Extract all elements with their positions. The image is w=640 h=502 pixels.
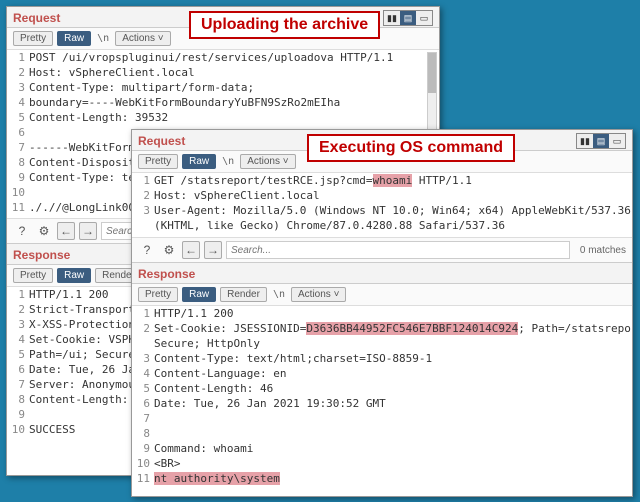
right-panel: Request ▮▮ ▤ ▭ Pretty Raw \n Actions ˅ 1… [131,129,633,497]
response-header: Response [132,263,632,284]
view-single-icon[interactable]: ▭ [416,11,432,25]
response-body: 1HTTP/1.1 2002Set-Cookie: JSESSIONID=D36… [132,306,632,486]
view-columns-icon[interactable]: ▮▮ [384,11,400,25]
arrow-right-icon[interactable]: → [79,222,97,240]
callout-execute: Executing OS command [307,134,515,162]
actions-button[interactable]: Actions ˅ [115,31,170,46]
arrow-left-icon[interactable]: ← [57,222,75,240]
newline-toggle[interactable]: \n [95,33,111,44]
view-columns-icon[interactable]: ▮▮ [577,134,593,148]
view-toggle[interactable]: ▮▮ ▤ ▭ [576,133,626,149]
gear-icon[interactable]: ⚙ [35,222,53,240]
arrow-left-icon[interactable]: ← [182,241,200,259]
raw-button[interactable]: Raw [57,31,91,46]
chevron-down-icon: ˅ [158,33,164,44]
scrollbar-thumb[interactable] [428,53,436,93]
actions-button[interactable]: Actions ˅ [240,154,295,169]
request-title: Request [138,134,185,148]
actions-button[interactable]: Actions ˅ [291,287,346,302]
help-icon[interactable]: ? [13,222,31,240]
raw-button[interactable]: Raw [182,287,216,302]
chevron-down-icon: ˅ [334,289,340,300]
pretty-button[interactable]: Pretty [138,154,178,169]
view-split-icon[interactable]: ▤ [593,134,609,148]
arrow-right-icon[interactable]: → [204,241,222,259]
request-title: Request [13,11,60,25]
pretty-button[interactable]: Pretty [13,268,53,283]
matches-label: 0 matches [574,245,626,256]
request-tools: ? ⚙ ← → 0 matches [132,237,632,262]
response-code[interactable]: 1HTTP/1.1 2002Set-Cookie: JSESSIONID=D36… [132,306,632,486]
request-body: 1GET /statsreport/testRCE.jsp?cmd=whoami… [132,173,632,237]
response-title: Response [13,248,70,262]
search-input[interactable] [226,241,570,259]
gear-icon[interactable]: ⚙ [160,241,178,259]
pretty-button[interactable]: Pretty [138,287,178,302]
raw-button[interactable]: Raw [57,268,91,283]
callout-upload: Uploading the archive [189,11,380,39]
help-icon[interactable]: ? [138,241,156,259]
request-code[interactable]: 1GET /statsreport/testRCE.jsp?cmd=whoami… [132,173,632,237]
newline-toggle[interactable]: \n [271,289,287,300]
newline-toggle[interactable]: \n [220,156,236,167]
render-button[interactable]: Render [220,287,267,302]
pretty-button[interactable]: Pretty [13,31,53,46]
view-single-icon[interactable]: ▭ [609,134,625,148]
view-split-icon[interactable]: ▤ [400,11,416,25]
chevron-down-icon: ˅ [283,156,289,167]
view-toggle[interactable]: ▮▮ ▤ ▭ [383,10,433,26]
response-title: Response [138,267,195,281]
raw-button[interactable]: Raw [182,154,216,169]
response-toolbar: Pretty Raw Render \n Actions ˅ [132,284,632,306]
